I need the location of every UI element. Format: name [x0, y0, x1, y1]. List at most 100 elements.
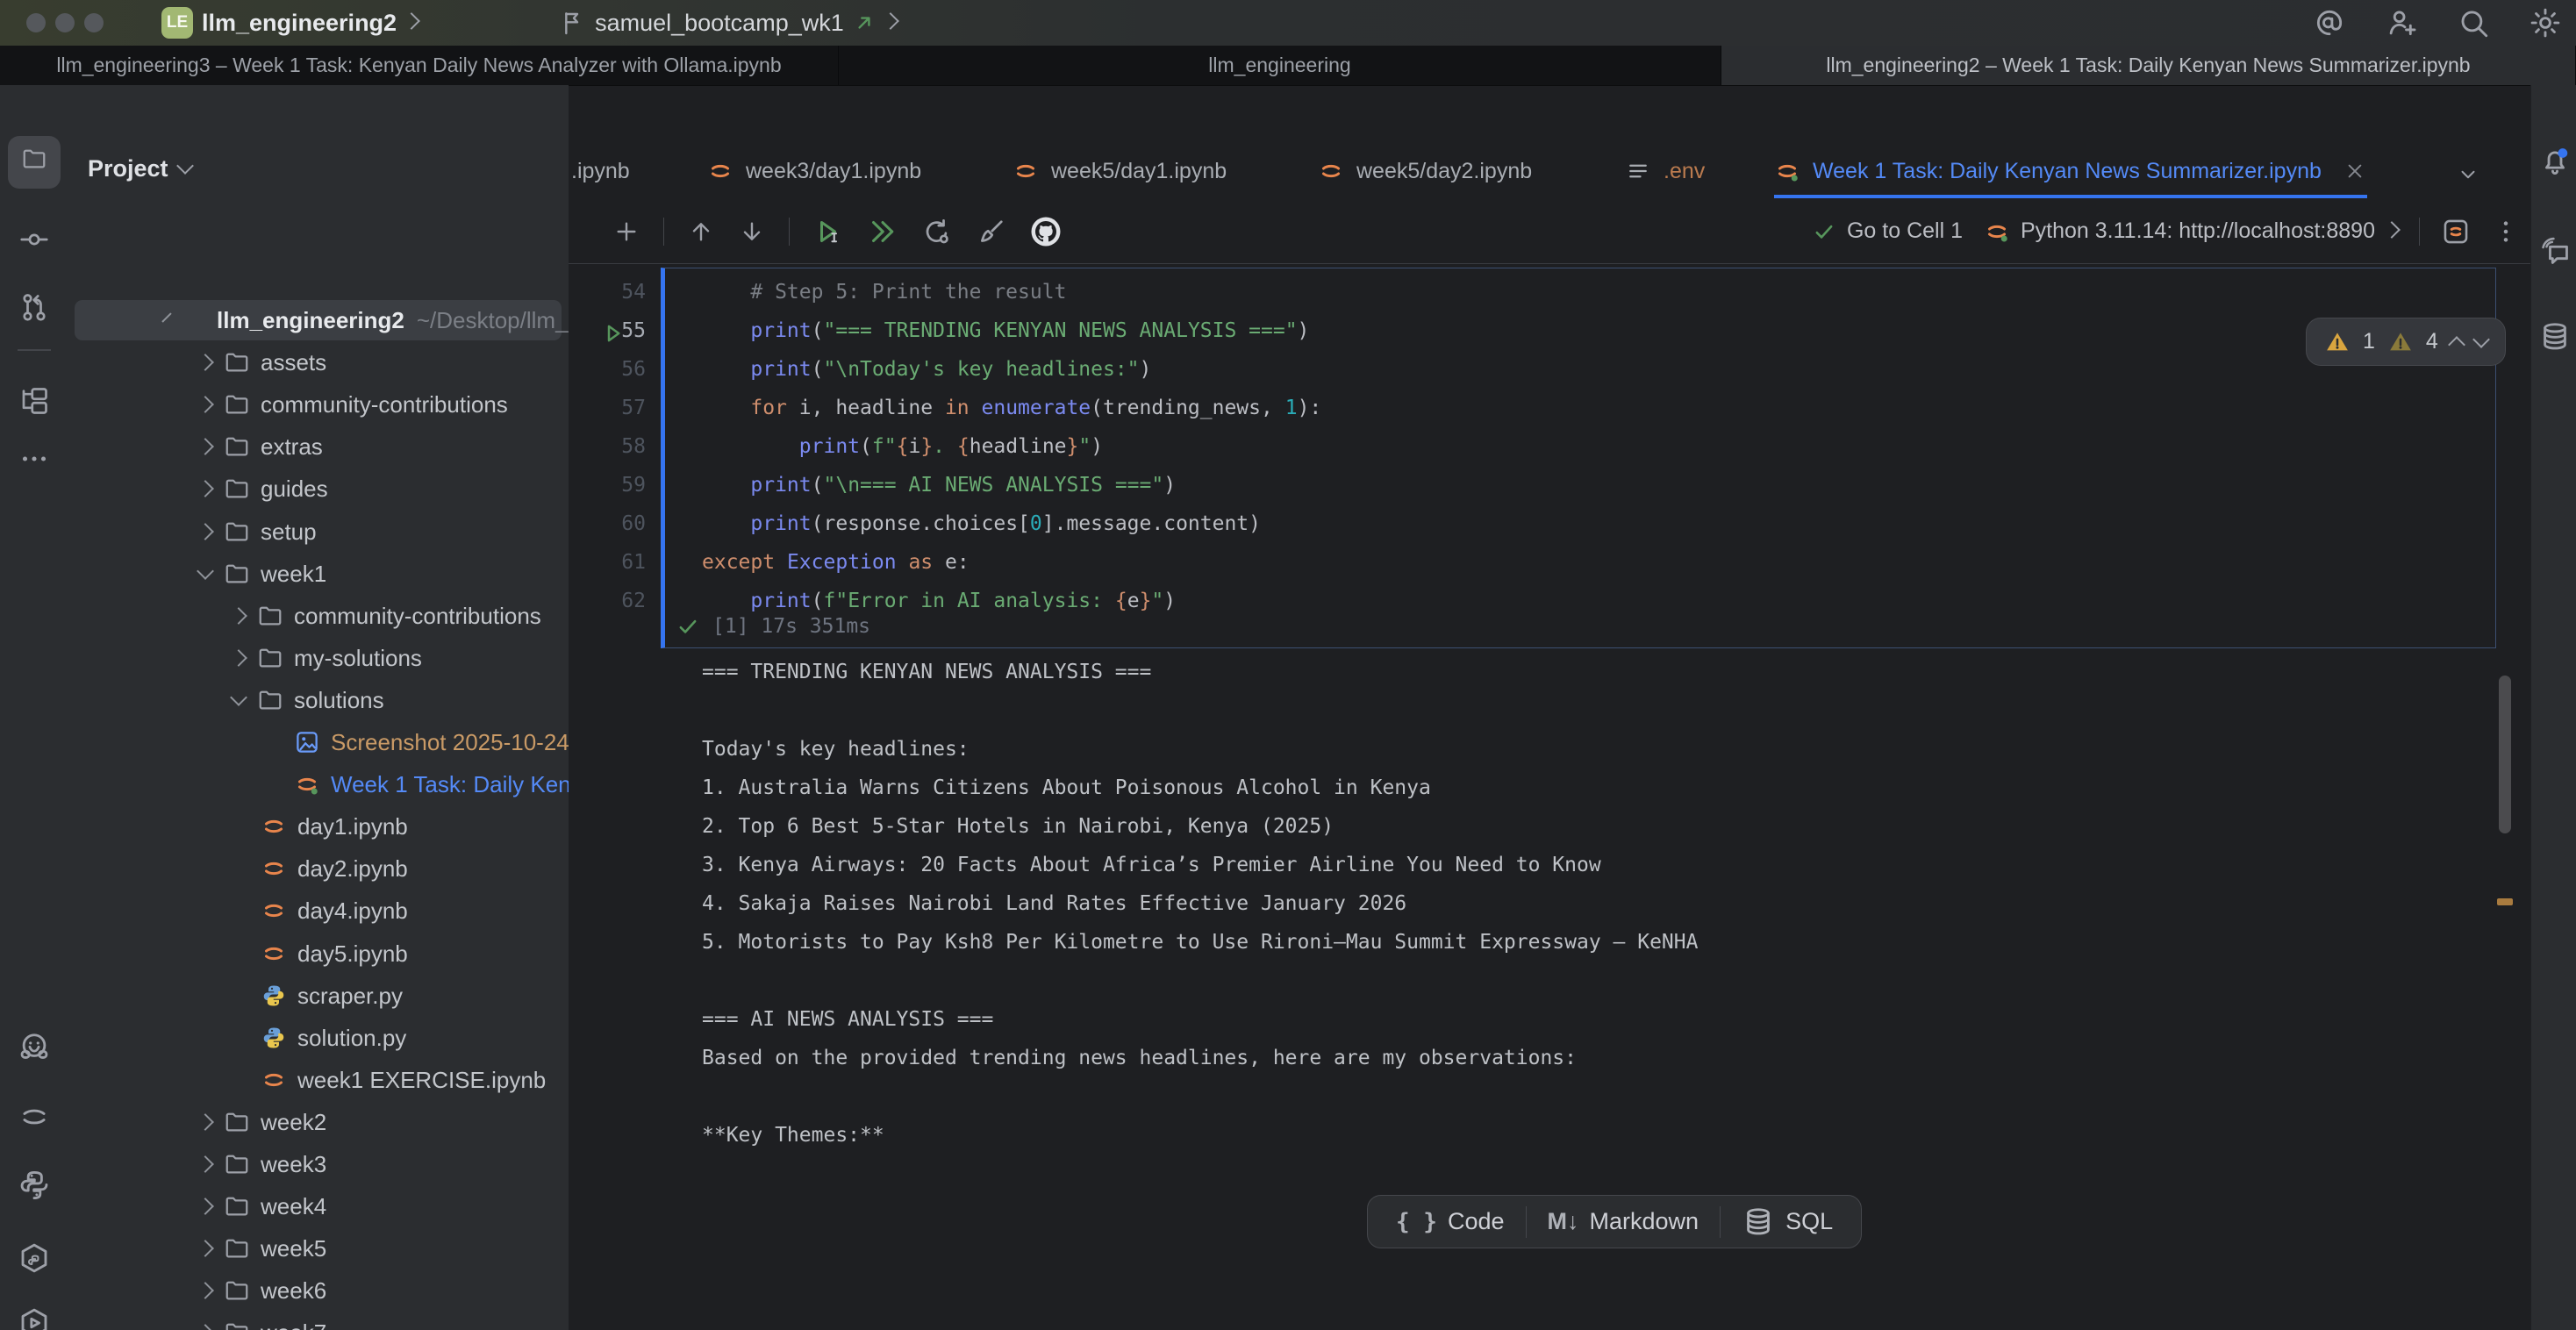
editor-tab[interactable]: Week 1 Task: Daily Kenyan News Summarize… — [1774, 147, 2367, 198]
tree-item-community-contributions[interactable]: community-contributions — [68, 383, 569, 425]
search-icon[interactable] — [2457, 6, 2490, 39]
tree-item-community-contributions[interactable]: community-contributions — [68, 595, 569, 637]
chevron-down-icon[interactable] — [197, 562, 214, 580]
cell-type-code-button[interactable]: { }Code — [1375, 1205, 1526, 1240]
move-down-button[interactable] — [738, 218, 766, 246]
right-activity-bar — [2530, 85, 2576, 1330]
chevron-right-icon[interactable] — [230, 607, 247, 625]
tab-list-chevron-icon[interactable] — [2457, 163, 2479, 186]
tree-item[interactable]: Screenshot 2025-10-24 at — [68, 721, 569, 763]
kernel-selector[interactable]: Python 3.11.14: http://localhost:8890 — [1984, 218, 2398, 245]
tool-button-python-packages[interactable] — [0, 1241, 68, 1275]
go-to-cell-button[interactable]: Go to Cell 1 — [1812, 218, 1963, 244]
editor-tab[interactable]: week5/day1.ipynb — [1013, 147, 1227, 195]
add-cell-button[interactable] — [612, 218, 640, 246]
move-up-button[interactable] — [687, 218, 715, 246]
tool-button-folder[interactable] — [0, 146, 68, 172]
window-tab[interactable]: llm_engineering — [839, 46, 1721, 85]
chevron-right-icon[interactable] — [197, 1155, 214, 1173]
tree-item-week2[interactable]: week2 — [68, 1101, 569, 1143]
chevron-right-icon[interactable] — [197, 1198, 214, 1215]
tree-item[interactable]: day4.ipynb — [68, 890, 569, 932]
tree-item-extras[interactable]: extras — [68, 425, 569, 468]
tree-item-week7[interactable]: week7 — [68, 1312, 569, 1330]
project-widget[interactable]: LE llm_engineering2 — [161, 7, 418, 39]
tool-button-services[interactable] — [0, 1306, 68, 1330]
chevron-right-icon[interactable] — [197, 1282, 214, 1299]
tool-button-ai-chat[interactable] — [2538, 234, 2572, 268]
jupyter-console-icon[interactable] — [2441, 217, 2471, 247]
tool-button-more-horizontal[interactable] — [0, 443, 68, 475]
run-all-button[interactable] — [867, 216, 898, 247]
chevron-right-icon[interactable] — [197, 1113, 214, 1131]
chevron-right-icon[interactable] — [197, 1240, 214, 1257]
tree-item-label: week2 — [261, 1109, 326, 1136]
tree-item[interactable]: Week 1 Task: Daily Kenyan — [68, 763, 569, 805]
github-button[interactable] — [1030, 216, 1062, 247]
tool-button-database[interactable] — [2538, 320, 2572, 354]
chevron-right-icon[interactable] — [230, 649, 247, 667]
tree-item[interactable]: week1 EXERCISE.ipynb — [68, 1059, 569, 1101]
tool-button-notifications[interactable] — [2538, 145, 2572, 178]
tree-item[interactable]: scraper.py — [68, 975, 569, 1017]
tool-button-python[interactable] — [0, 1169, 68, 1202]
tree-item-label: day4.ipynb — [297, 897, 408, 925]
tree-item-llm_engineering2[interactable]: llm_engineering2~/Desktop/llm_en — [68, 299, 569, 341]
folder-icon — [257, 645, 283, 671]
clear-outputs-button[interactable] — [976, 216, 1007, 247]
chevron-right-icon[interactable] — [197, 396, 214, 413]
prev-problem-icon[interactable] — [2448, 336, 2465, 354]
tree-item-solutions[interactable]: solutions — [68, 679, 569, 721]
close-button[interactable] — [26, 13, 46, 32]
chevron-right-icon[interactable] — [197, 523, 214, 540]
tool-button-commit[interactable] — [0, 224, 68, 255]
tree-item-setup[interactable]: setup — [68, 511, 569, 553]
inspections-widget[interactable]: 1 4 — [2306, 318, 2506, 366]
settings-gear-icon[interactable] — [2529, 6, 2562, 39]
tree-item[interactable]: day1.ipynb — [68, 805, 569, 847]
editor-tab[interactable]: week3/day1.ipynb — [707, 147, 921, 195]
project-panel-header[interactable]: Project — [88, 155, 191, 182]
tree-item[interactable]: day2.ipynb — [68, 847, 569, 890]
cell-type-markdown-button[interactable]: M↓Markdown — [1527, 1205, 1721, 1240]
tree-item-assets[interactable]: assets — [68, 341, 569, 383]
braces-icon: { } — [1396, 1209, 1437, 1235]
code-editor[interactable]: # Step 5: Print the result print("=== TR… — [702, 273, 1321, 620]
add-user-icon[interactable] — [2385, 6, 2418, 39]
tool-button-huggingface[interactable] — [0, 1031, 68, 1064]
chevron-down-icon[interactable] — [230, 689, 247, 706]
next-problem-icon[interactable] — [2472, 331, 2490, 348]
editor-tab[interactable]: .ipynb — [571, 147, 630, 195]
run-line-icon[interactable] — [600, 320, 626, 347]
window-tab[interactable]: llm_engineering2 – Week 1 Task: Daily Ke… — [1721, 46, 2576, 85]
window-tab[interactable]: llm_engineering3 – Week 1 Task: Kenyan D… — [0, 46, 839, 85]
chevron-right-icon[interactable] — [197, 480, 214, 497]
tree-item-week4[interactable]: week4 — [68, 1185, 569, 1227]
tree-item-week3[interactable]: week3 — [68, 1143, 569, 1185]
tool-button-pull-request[interactable] — [0, 291, 68, 323]
minimize-button[interactable] — [55, 13, 75, 32]
chevron-right-icon[interactable] — [197, 354, 214, 371]
tree-item-guides[interactable]: guides — [68, 468, 569, 510]
run-cell-button[interactable] — [812, 216, 844, 247]
ai-assistant-icon[interactable] — [2313, 6, 2346, 39]
chevron-right-icon[interactable] — [197, 1324, 214, 1330]
tree-item-week5[interactable]: week5 — [68, 1227, 569, 1269]
close-tab-icon[interactable] — [2343, 159, 2367, 183]
more-options-icon[interactable] — [2492, 218, 2520, 246]
tree-item[interactable]: solution.py — [68, 1017, 569, 1059]
tool-button-jupyter[interactable] — [0, 1100, 68, 1133]
restart-kernel-button[interactable] — [921, 216, 953, 247]
cell-type-sql-button[interactable]: SQL — [1721, 1205, 1854, 1240]
editor-tab[interactable]: .env — [1625, 147, 1705, 195]
editor-scrollbar[interactable] — [2499, 676, 2511, 833]
chevron-right-icon[interactable] — [197, 438, 214, 455]
zoom-button[interactable] — [84, 13, 104, 32]
tree-item-week6[interactable]: week6 — [68, 1269, 569, 1312]
tool-button-structure[interactable] — [0, 385, 68, 417]
tree-item-week1[interactable]: week1 — [68, 553, 569, 595]
tree-item[interactable]: day5.ipynb — [68, 933, 569, 975]
branch-widget[interactable]: samuel_bootcamp_wk1 — [558, 9, 897, 37]
editor-tab[interactable]: week5/day2.ipynb — [1318, 147, 1532, 195]
tree-item-my-solutions[interactable]: my-solutions — [68, 637, 569, 679]
